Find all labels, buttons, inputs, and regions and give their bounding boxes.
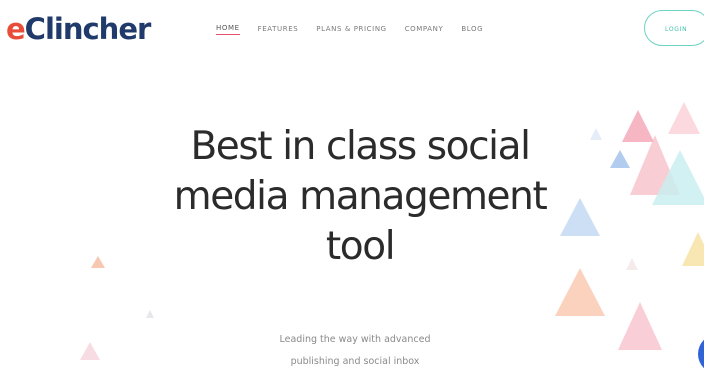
nav-item-home[interactable]: HOME (216, 24, 240, 35)
triangle-shape (622, 110, 654, 142)
hero-subtitle: Leading the way with advanced publishing… (230, 329, 480, 372)
triangle-shape (610, 150, 630, 168)
hero-title: Best in class social media management to… (150, 122, 570, 272)
login-button[interactable]: LOGIN (644, 10, 704, 46)
logo-text: Clincher (24, 12, 152, 46)
nav-item-company[interactable]: COMPANY (405, 25, 444, 34)
triangle-shape (682, 232, 704, 266)
logo-e: e (6, 12, 26, 46)
hero-title-line: Best in class social (190, 124, 531, 169)
landing-page: eClincher HOME FEATURES PLANS & PRICING … (0, 0, 704, 372)
site-header: eClincher HOME FEATURES PLANS & PRICING … (0, 0, 704, 60)
hero-subtitle-line: publishing and social inbox (290, 356, 420, 367)
triangle-shape (80, 342, 100, 360)
nav-item-blog[interactable]: BLOG (461, 25, 483, 34)
triangle-shape (668, 102, 700, 134)
eclincher-logo[interactable]: eClincher (6, 12, 152, 46)
nav-item-features[interactable]: FEATURES (258, 25, 299, 34)
chat-bubble-icon[interactable] (698, 334, 704, 372)
triangle-shape (590, 128, 602, 140)
triangle-shape (626, 258, 638, 270)
main-nav: HOME FEATURES PLANS & PRICING COMPANY BL… (216, 24, 483, 35)
triangle-shape (652, 150, 704, 205)
hero-title-line: media management (173, 174, 548, 219)
triangle-shape (91, 256, 105, 268)
hero-title-line: tool (325, 224, 396, 269)
hero-subtitle-line: Leading the way with advanced (279, 334, 431, 345)
triangle-shape (146, 310, 154, 318)
triangle-shape (630, 135, 680, 195)
triangle-shape (555, 268, 605, 316)
nav-item-plans-pricing[interactable]: PLANS & PRICING (316, 25, 386, 34)
triangle-shape (618, 302, 662, 350)
